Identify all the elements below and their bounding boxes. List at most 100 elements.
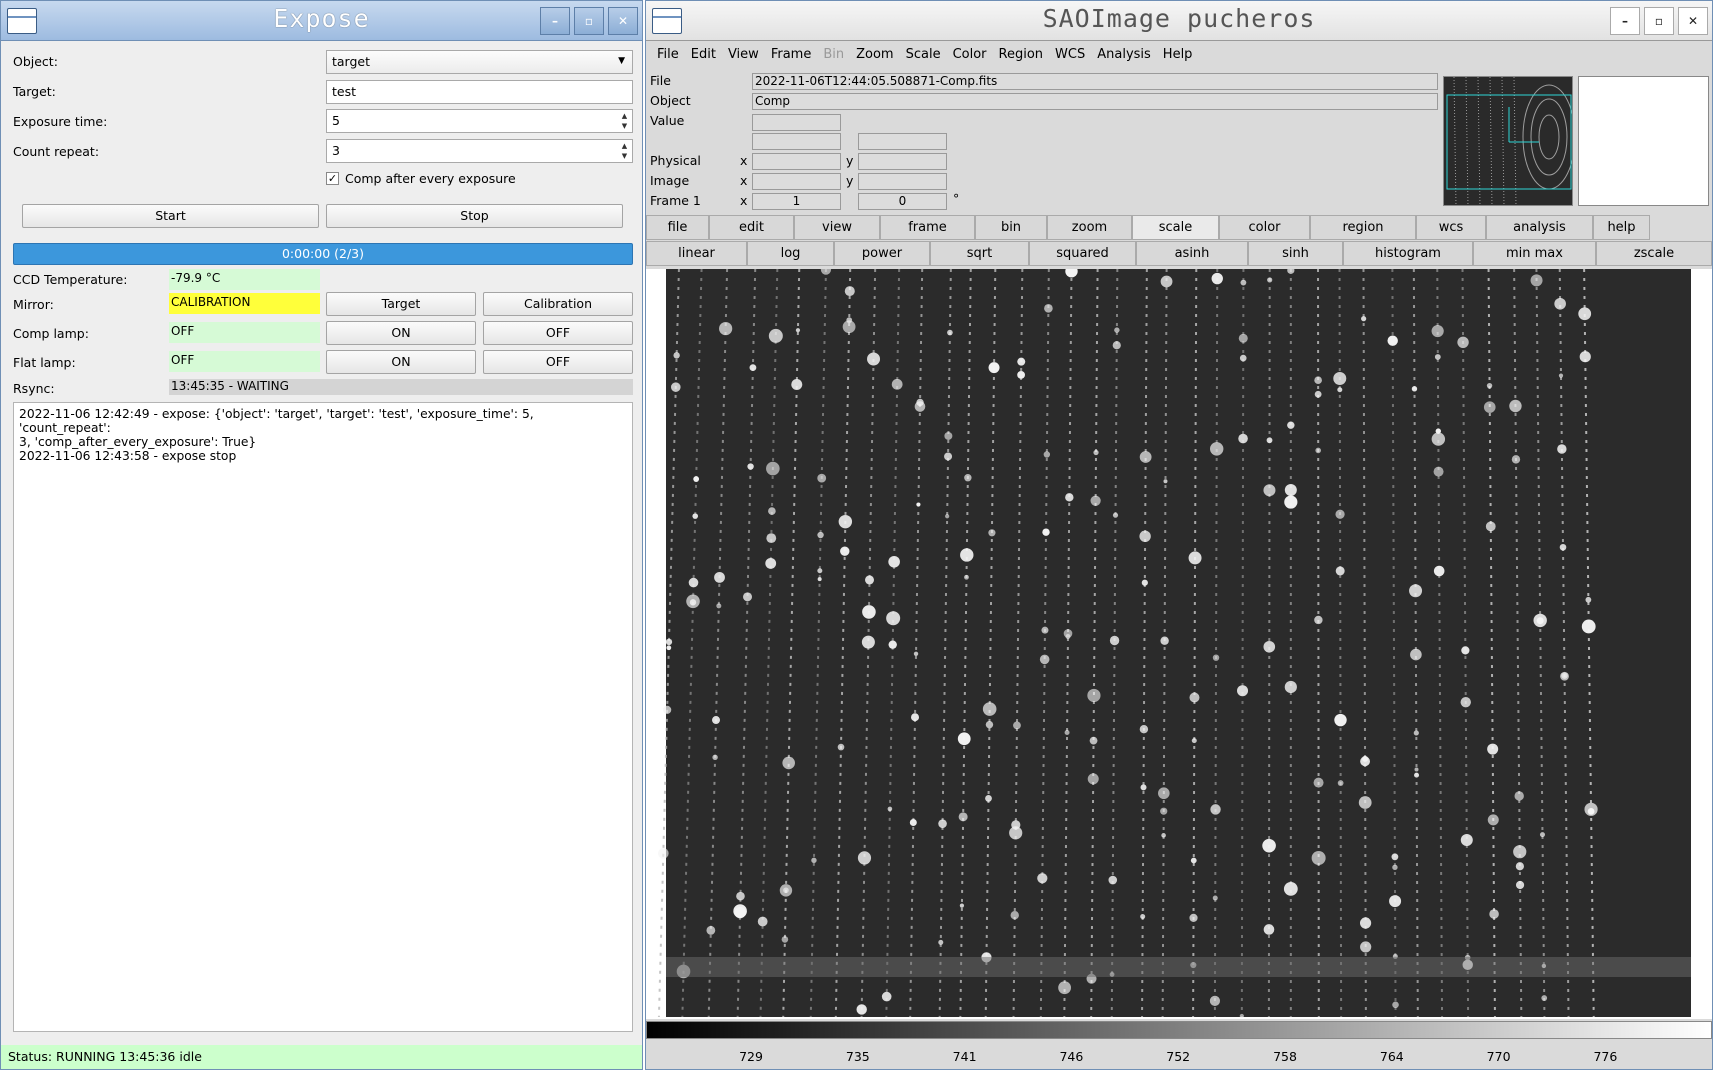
button-frame[interactable]: frame xyxy=(880,215,975,240)
button-bar-main: file edit view frame bin zoom scale color region… xyxy=(646,215,1712,240)
image-x-label: x xyxy=(740,173,748,188)
menu-zoom[interactable]: Zoom xyxy=(850,47,899,62)
button-help[interactable]: help xyxy=(1593,215,1650,240)
colorbar-tick-label: 746 xyxy=(1059,1049,1084,1064)
menu-view[interactable]: View xyxy=(722,47,765,62)
comp-lamp-label: Comp lamp: xyxy=(13,326,89,341)
mirror-status: CALIBRATION xyxy=(169,293,320,314)
spin-arrows-icon[interactable]: ▲ ▼ xyxy=(619,111,630,131)
menu-help[interactable]: Help xyxy=(1157,47,1199,62)
close-button[interactable]: ✕ xyxy=(608,7,638,35)
button-view[interactable]: view xyxy=(794,215,880,240)
ccd-temperature-label: CCD Temperature: xyxy=(13,272,128,287)
spin-arrows-icon[interactable]: ▲ ▼ xyxy=(619,141,630,161)
object-select[interactable]: target ▼ xyxy=(326,50,633,74)
panner-thumbnail xyxy=(1444,77,1572,205)
physical-x-box xyxy=(752,153,841,170)
button-edit[interactable]: edit xyxy=(709,215,794,240)
scale-min-max[interactable]: min max xyxy=(1473,241,1596,266)
scale-linear[interactable]: linear xyxy=(646,241,747,266)
button-bin[interactable]: bin xyxy=(975,215,1047,240)
expose-titlebar[interactable]: Expose – ▫ ✕ xyxy=(1,1,642,41)
scale-zscale[interactable]: zscale xyxy=(1596,241,1712,266)
physical-label: Physical xyxy=(650,153,701,168)
close-button[interactable]: ✕ xyxy=(1678,7,1708,35)
flat-lamp-off-button[interactable]: OFF xyxy=(483,350,633,374)
maximize-button[interactable]: ▫ xyxy=(1644,7,1674,35)
comp-lamp-status: OFF xyxy=(169,322,320,343)
wcs-x-box xyxy=(752,133,841,150)
start-button[interactable]: Start xyxy=(22,204,319,228)
minimize-button[interactable]: – xyxy=(540,7,570,35)
target-label: Target: xyxy=(13,84,56,99)
menu-edit[interactable]: Edit xyxy=(685,47,722,62)
button-region[interactable]: region xyxy=(1310,215,1416,240)
button-scale[interactable]: scale xyxy=(1132,215,1219,240)
scale-squared[interactable]: squared xyxy=(1029,241,1136,266)
button-color[interactable]: color xyxy=(1219,215,1310,240)
object-label: Object xyxy=(650,93,691,108)
menu-frame[interactable]: Frame xyxy=(765,47,818,62)
minimize-button[interactable]: – xyxy=(1610,7,1640,35)
flat-lamp-status: OFF xyxy=(169,351,320,372)
fits-image-canvas xyxy=(657,264,1691,1019)
comp-after-every-exposure-checkbox[interactable]: ✓ Comp after every exposure xyxy=(326,171,516,186)
stop-button[interactable]: Stop xyxy=(326,204,623,228)
colorbar-tick-label: 764 xyxy=(1379,1049,1404,1064)
ds9-titlebar[interactable]: SAOImage pucheros – ▫ ✕ xyxy=(646,1,1712,41)
count-repeat-spinbox[interactable]: 3 ▲ ▼ xyxy=(326,139,633,163)
target-input-value: test xyxy=(332,84,357,99)
maximize-button[interactable]: ▫ xyxy=(574,7,604,35)
progress-bar: 0:00:00 (2/3) xyxy=(13,243,633,265)
chevron-down-icon: ▼ xyxy=(618,56,625,66)
image-display[interactable] xyxy=(646,264,1712,1019)
menu-color[interactable]: Color xyxy=(947,47,993,62)
scale-histogram[interactable]: histogram xyxy=(1343,241,1473,266)
menu-wcs[interactable]: WCS xyxy=(1049,47,1091,62)
comp-lamp-on-button[interactable]: ON xyxy=(326,321,476,345)
menu-file[interactable]: File xyxy=(651,47,685,62)
rsync-status: 13:45:35 - WAITING xyxy=(169,379,633,395)
flat-lamp-on-button[interactable]: ON xyxy=(326,350,476,374)
menu-bin[interactable]: Bin xyxy=(817,47,850,62)
scale-log[interactable]: log xyxy=(747,241,834,266)
scale-sqrt[interactable]: sqrt xyxy=(930,241,1029,266)
mirror-calibration-button[interactable]: Calibration xyxy=(483,292,633,316)
image-x-box xyxy=(752,173,841,190)
comp-after-every-exposure-label: Comp after every exposure xyxy=(345,171,516,186)
colorbar-tick-label: 776 xyxy=(1593,1049,1618,1064)
status-bar: Status: RUNNING 13:45:36 idle xyxy=(1,1045,642,1069)
rsync-label: Rsync: xyxy=(13,381,55,396)
count-repeat-label: Count repeat: xyxy=(13,144,100,159)
flat-lamp-label: Flat lamp: xyxy=(13,355,76,370)
expose-window: Expose – ▫ ✕ Object: target ▼ Target: te… xyxy=(0,0,643,1070)
exposure-time-spinbox[interactable]: 5 ▲ ▼ xyxy=(326,109,633,133)
menu-scale[interactable]: Scale xyxy=(900,47,947,62)
button-zoom[interactable]: zoom xyxy=(1047,215,1132,240)
button-file[interactable]: file xyxy=(646,215,709,240)
button-wcs[interactable]: wcs xyxy=(1416,215,1486,240)
target-input[interactable]: test xyxy=(326,80,633,104)
menu-region[interactable]: Region xyxy=(993,47,1050,62)
scale-sinh[interactable]: sinh xyxy=(1248,241,1343,266)
menu-analysis[interactable]: Analysis xyxy=(1091,47,1157,62)
colorbar-tick-label: 735 xyxy=(845,1049,870,1064)
ds9-window: SAOImage pucheros – ▫ ✕ File Edit View Fram… xyxy=(645,0,1713,1070)
degree-symbol: ° xyxy=(953,191,960,206)
colorbar xyxy=(646,1021,1712,1039)
physical-y-label: y xyxy=(846,153,854,168)
panner-view[interactable] xyxy=(1443,76,1573,206)
scale-asinh[interactable]: asinh xyxy=(1136,241,1248,266)
log-textarea[interactable]: 2022-11-06 12:42:49 - expose: {'object':… xyxy=(13,402,633,1032)
exposure-time-value: 5 xyxy=(332,113,340,128)
button-analysis[interactable]: analysis xyxy=(1486,215,1593,240)
colorbar-tick-label: 770 xyxy=(1486,1049,1511,1064)
checkmark-icon[interactable]: ✓ xyxy=(326,172,339,185)
exposure-time-label: Exposure time: xyxy=(13,114,108,129)
scale-power[interactable]: power xyxy=(834,241,930,266)
colorbar-ticks: 729 735 741 746 752 758 764 770 776 xyxy=(646,1041,1712,1065)
colorbar-tick-label: 758 xyxy=(1273,1049,1297,1064)
physical-y-box xyxy=(858,153,947,170)
comp-lamp-off-button[interactable]: OFF xyxy=(483,321,633,345)
mirror-target-button[interactable]: Target xyxy=(326,292,476,316)
